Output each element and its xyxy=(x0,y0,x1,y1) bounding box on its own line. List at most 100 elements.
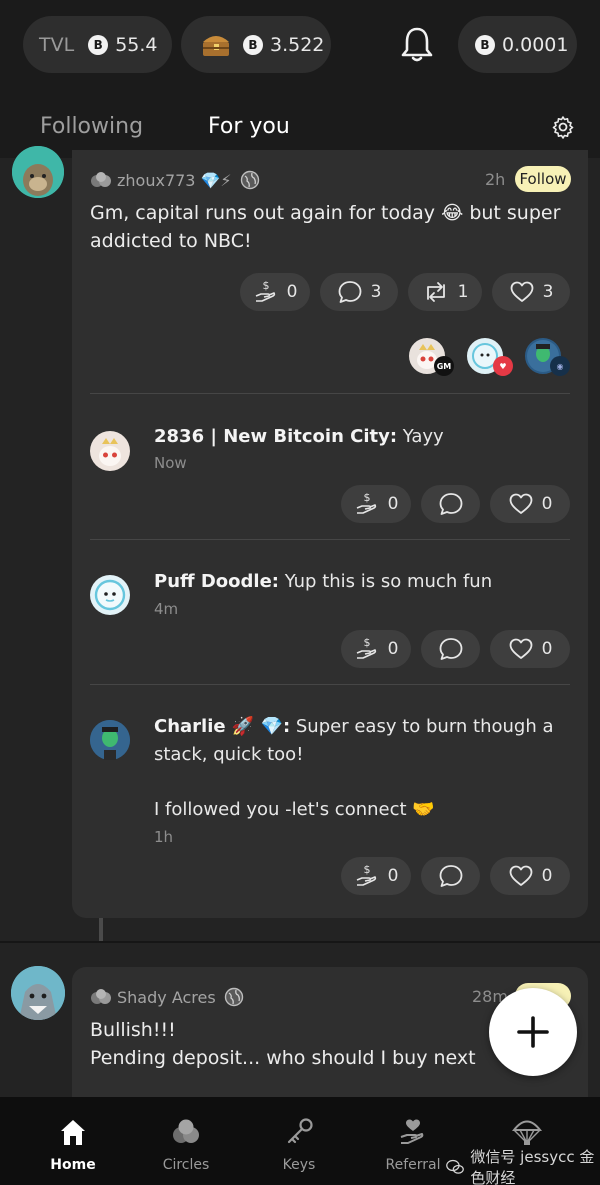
balance-pill[interactable]: B 0.0001 xyxy=(458,16,577,73)
tvl-value: 55.4 xyxy=(115,33,158,56)
tip-button[interactable]: $ 0 xyxy=(341,857,411,895)
shark-avatar-icon xyxy=(11,966,65,1020)
repost-button[interactable]: 1 xyxy=(408,273,482,311)
reply-text-line: I followed you -let's connect 🤝 xyxy=(154,799,435,820)
wechat-icon xyxy=(446,1159,464,1174)
reply-message: Yayy xyxy=(397,426,444,447)
comment-icon xyxy=(439,638,462,660)
follow-button[interactable]: Follow xyxy=(515,166,571,192)
referral-icon xyxy=(400,1119,424,1144)
tab-for-you[interactable]: For you xyxy=(208,114,290,139)
chest-value: 3.522 xyxy=(270,33,325,56)
tab-following[interactable]: Following xyxy=(40,114,143,139)
avatar[interactable] xyxy=(12,146,64,198)
reply-time: 1h xyxy=(154,828,174,846)
bell-icon[interactable] xyxy=(398,24,436,64)
repost-icon xyxy=(426,282,445,302)
like-count: 0 xyxy=(541,866,553,886)
avatar[interactable] xyxy=(90,720,130,760)
avatar[interactable] xyxy=(90,575,130,615)
comment-icon xyxy=(338,281,361,303)
like-count: 3 xyxy=(542,282,554,302)
divider xyxy=(90,539,570,540)
svg-text:$: $ xyxy=(363,636,370,649)
airdrop-icon xyxy=(512,1120,542,1145)
reply-message: Super easy to burn though a xyxy=(290,716,554,737)
reply-time: 4m xyxy=(154,600,179,618)
tip-icon: $ xyxy=(356,863,376,886)
tip-button[interactable]: $ 0 xyxy=(341,485,411,523)
nav-circles[interactable]: Circles xyxy=(131,1097,241,1185)
like-count: 0 xyxy=(541,494,553,514)
divider xyxy=(90,684,570,685)
avatar[interactable] xyxy=(11,966,65,1020)
reply-text: 2836 | New Bitcoin City: Yayy xyxy=(154,426,444,447)
globe-icon xyxy=(240,170,259,190)
tvl-pill[interactable]: TVL B 55.4 xyxy=(23,16,172,73)
reply-text: Puff Doodle: Yup this is so much fun xyxy=(154,571,493,592)
divider xyxy=(0,941,600,943)
chest-pill[interactable]: B 3.522 xyxy=(181,16,331,73)
tip-icon: $ xyxy=(255,279,275,302)
comment-button[interactable] xyxy=(421,485,480,523)
tip-count: 0 xyxy=(387,866,399,886)
reply-actions: $ 0 0 xyxy=(341,857,570,895)
post-author[interactable]: Shady Acres xyxy=(117,988,216,1007)
comment-icon xyxy=(439,865,462,887)
svg-text:$: $ xyxy=(363,863,370,876)
reply-author[interactable]: Charlie 🚀 💎 xyxy=(154,716,283,737)
nav-label: Home xyxy=(50,1157,96,1173)
comment-button[interactable] xyxy=(421,630,480,668)
nav-home[interactable]: Home xyxy=(18,1097,128,1185)
avatar[interactable] xyxy=(90,431,130,471)
nav-label: Keys xyxy=(282,1157,316,1173)
circles-icon xyxy=(91,989,111,1004)
new-post-button[interactable] xyxy=(489,988,577,1076)
post-text-line: Gm, capital runs out again for today 😂 b… xyxy=(90,202,561,224)
reactor-avatars[interactable]: GM ♥ ◉ xyxy=(407,334,577,380)
tip-count: 0 xyxy=(387,639,399,659)
tip-button[interactable]: $ 0 xyxy=(240,273,310,311)
reply-text: Charlie 🚀 💎: Super easy to burn though a xyxy=(154,716,554,737)
tip-icon: $ xyxy=(356,636,376,659)
gear-icon[interactable] xyxy=(551,115,575,139)
reply-author[interactable]: Puff Doodle xyxy=(154,571,272,592)
post-author[interactable]: zhoux773 xyxy=(117,171,195,190)
top-bar: TVL B 55.4 B 3.522 B 0.0001 Following Fo… xyxy=(0,0,600,158)
nav-keys[interactable]: Keys xyxy=(244,1097,354,1185)
circles-icon xyxy=(173,1119,199,1143)
tip-count: 0 xyxy=(286,282,298,302)
like-button[interactable]: 3 xyxy=(492,273,570,311)
tip-button[interactable]: $ 0 xyxy=(341,630,411,668)
post-actions: $ 0 3 1 3 xyxy=(240,273,570,311)
post-meta: zhoux773 💎⚡ xyxy=(90,170,260,190)
ape-avatar-icon xyxy=(12,146,64,198)
nav-label: Circles xyxy=(162,1157,210,1173)
reply-author[interactable]: 2836 | New Bitcoin City xyxy=(154,426,390,447)
reply-actions: $ 0 0 xyxy=(341,630,570,668)
repost-count: 1 xyxy=(457,282,469,302)
post-time: 2h xyxy=(485,170,506,189)
puff-avatar-icon xyxy=(94,579,126,611)
reply-actions: $ 0 0 xyxy=(341,485,570,523)
circles-icon xyxy=(91,172,111,187)
like-button[interactable]: 0 xyxy=(490,630,570,668)
like-button[interactable]: 0 xyxy=(490,857,570,895)
comment-button[interactable]: 3 xyxy=(320,273,398,311)
watermark-text: 微信号 jessycc 金色财经 xyxy=(470,1148,595,1185)
divider xyxy=(90,393,570,394)
like-button[interactable]: 0 xyxy=(490,485,570,523)
author-badges: 💎⚡ xyxy=(200,170,232,190)
post-card[interactable]: zhoux773 💎⚡ 2h Follow Gm, capital runs o… xyxy=(72,150,588,918)
heart-badge-icon: ♥ xyxy=(493,356,513,376)
comment-count: 3 xyxy=(370,282,382,302)
reply-message: Yup this is so much fun xyxy=(279,571,493,592)
thread-line xyxy=(99,918,103,942)
gm-badge: GM xyxy=(434,356,454,376)
post-text-line: Bullish!!! xyxy=(90,1019,176,1041)
tvl-label: TVL xyxy=(39,33,75,56)
key-icon xyxy=(287,1118,313,1144)
plus-icon xyxy=(517,1016,549,1048)
comment-button[interactable] xyxy=(421,857,480,895)
globe-icon xyxy=(224,987,243,1007)
